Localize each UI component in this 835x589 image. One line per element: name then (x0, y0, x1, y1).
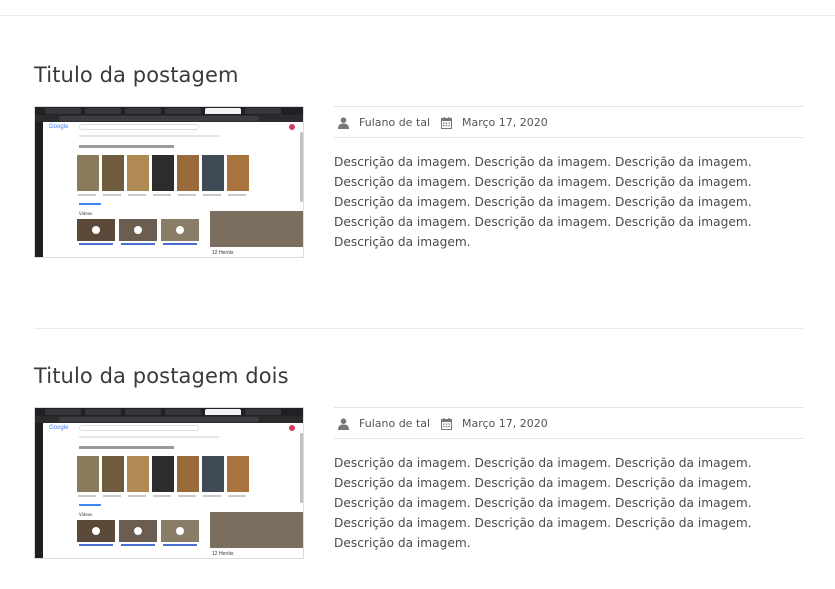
thumb-results-heading (79, 145, 174, 148)
thumb-avatar (289, 124, 295, 130)
thumb-google-logo: Google (49, 425, 69, 431)
user-icon (338, 117, 349, 129)
thumb-video (161, 520, 199, 542)
thumb-panel-title: 12 Heróis (212, 250, 234, 256)
post-meta: Fulano de tal Março 17, 2020 (334, 106, 804, 138)
author-name: Fulano de tal (359, 417, 431, 430)
thumb-videos-label: Vídeos (79, 211, 93, 216)
post-meta: Fulano de tal Março 17, 2020 (334, 407, 804, 439)
thumb-avatar (289, 425, 295, 431)
thumb-video (119, 520, 157, 542)
thumb-browser-tabs (35, 408, 303, 416)
thumb-videos-label: Vídeos (79, 512, 93, 517)
thumb-results-heading (79, 446, 174, 449)
post-divider (34, 328, 804, 329)
post-thumbnail[interactable]: Google Vídeos 12 Heróis (34, 106, 304, 258)
thumb-panel-title: 12 Heróis (212, 551, 234, 557)
author-name: Fulano de tal (359, 116, 431, 129)
calendar-icon (441, 117, 452, 129)
blog-post: Titulo da postagem Google Vídeos 12 Heró… (34, 60, 804, 258)
thumb-taskbar (35, 423, 43, 558)
calendar-icon (441, 418, 452, 430)
date-text: Março 17, 2020 (462, 116, 548, 129)
post-body: Google Vídeos 12 Heróis Fulano de tal Ma… (34, 407, 804, 559)
thumb-search-box (79, 425, 199, 431)
date-text: Março 17, 2020 (462, 417, 548, 430)
post-description: Descrição da imagem. Descrição da imagem… (334, 155, 752, 249)
blog-post: Titulo da postagem dois Google Vídeos 12… (34, 361, 804, 559)
thumb-knowledge-panel (210, 512, 303, 548)
thumb-search-tabs (79, 135, 219, 137)
thumb-google-logo: Google (49, 124, 69, 130)
post-title[interactable]: Titulo da postagem dois (34, 361, 804, 391)
thumb-address-bar (35, 416, 303, 423)
post-thumbnail[interactable]: Google Vídeos 12 Heróis (34, 407, 304, 559)
top-divider (0, 15, 835, 16)
post-body: Google Vídeos 12 Heróis Fulano de tal Ma… (34, 106, 804, 258)
thumb-taskbar (35, 122, 43, 257)
thumb-knowledge-panel (210, 211, 303, 247)
thumb-video (77, 219, 115, 241)
post-title[interactable]: Titulo da postagem (34, 60, 804, 90)
thumb-browser-tabs (35, 107, 303, 115)
thumb-video (77, 520, 115, 542)
thumb-address-bar (35, 115, 303, 122)
thumb-search-box (79, 124, 199, 130)
thumb-scrollbar (300, 132, 303, 202)
thumb-video (119, 219, 157, 241)
thumb-search-tabs (79, 436, 219, 438)
thumb-video (161, 219, 199, 241)
post-description: Descrição da imagem. Descrição da imagem… (334, 456, 752, 550)
user-icon (338, 418, 349, 430)
thumb-scrollbar (300, 433, 303, 503)
